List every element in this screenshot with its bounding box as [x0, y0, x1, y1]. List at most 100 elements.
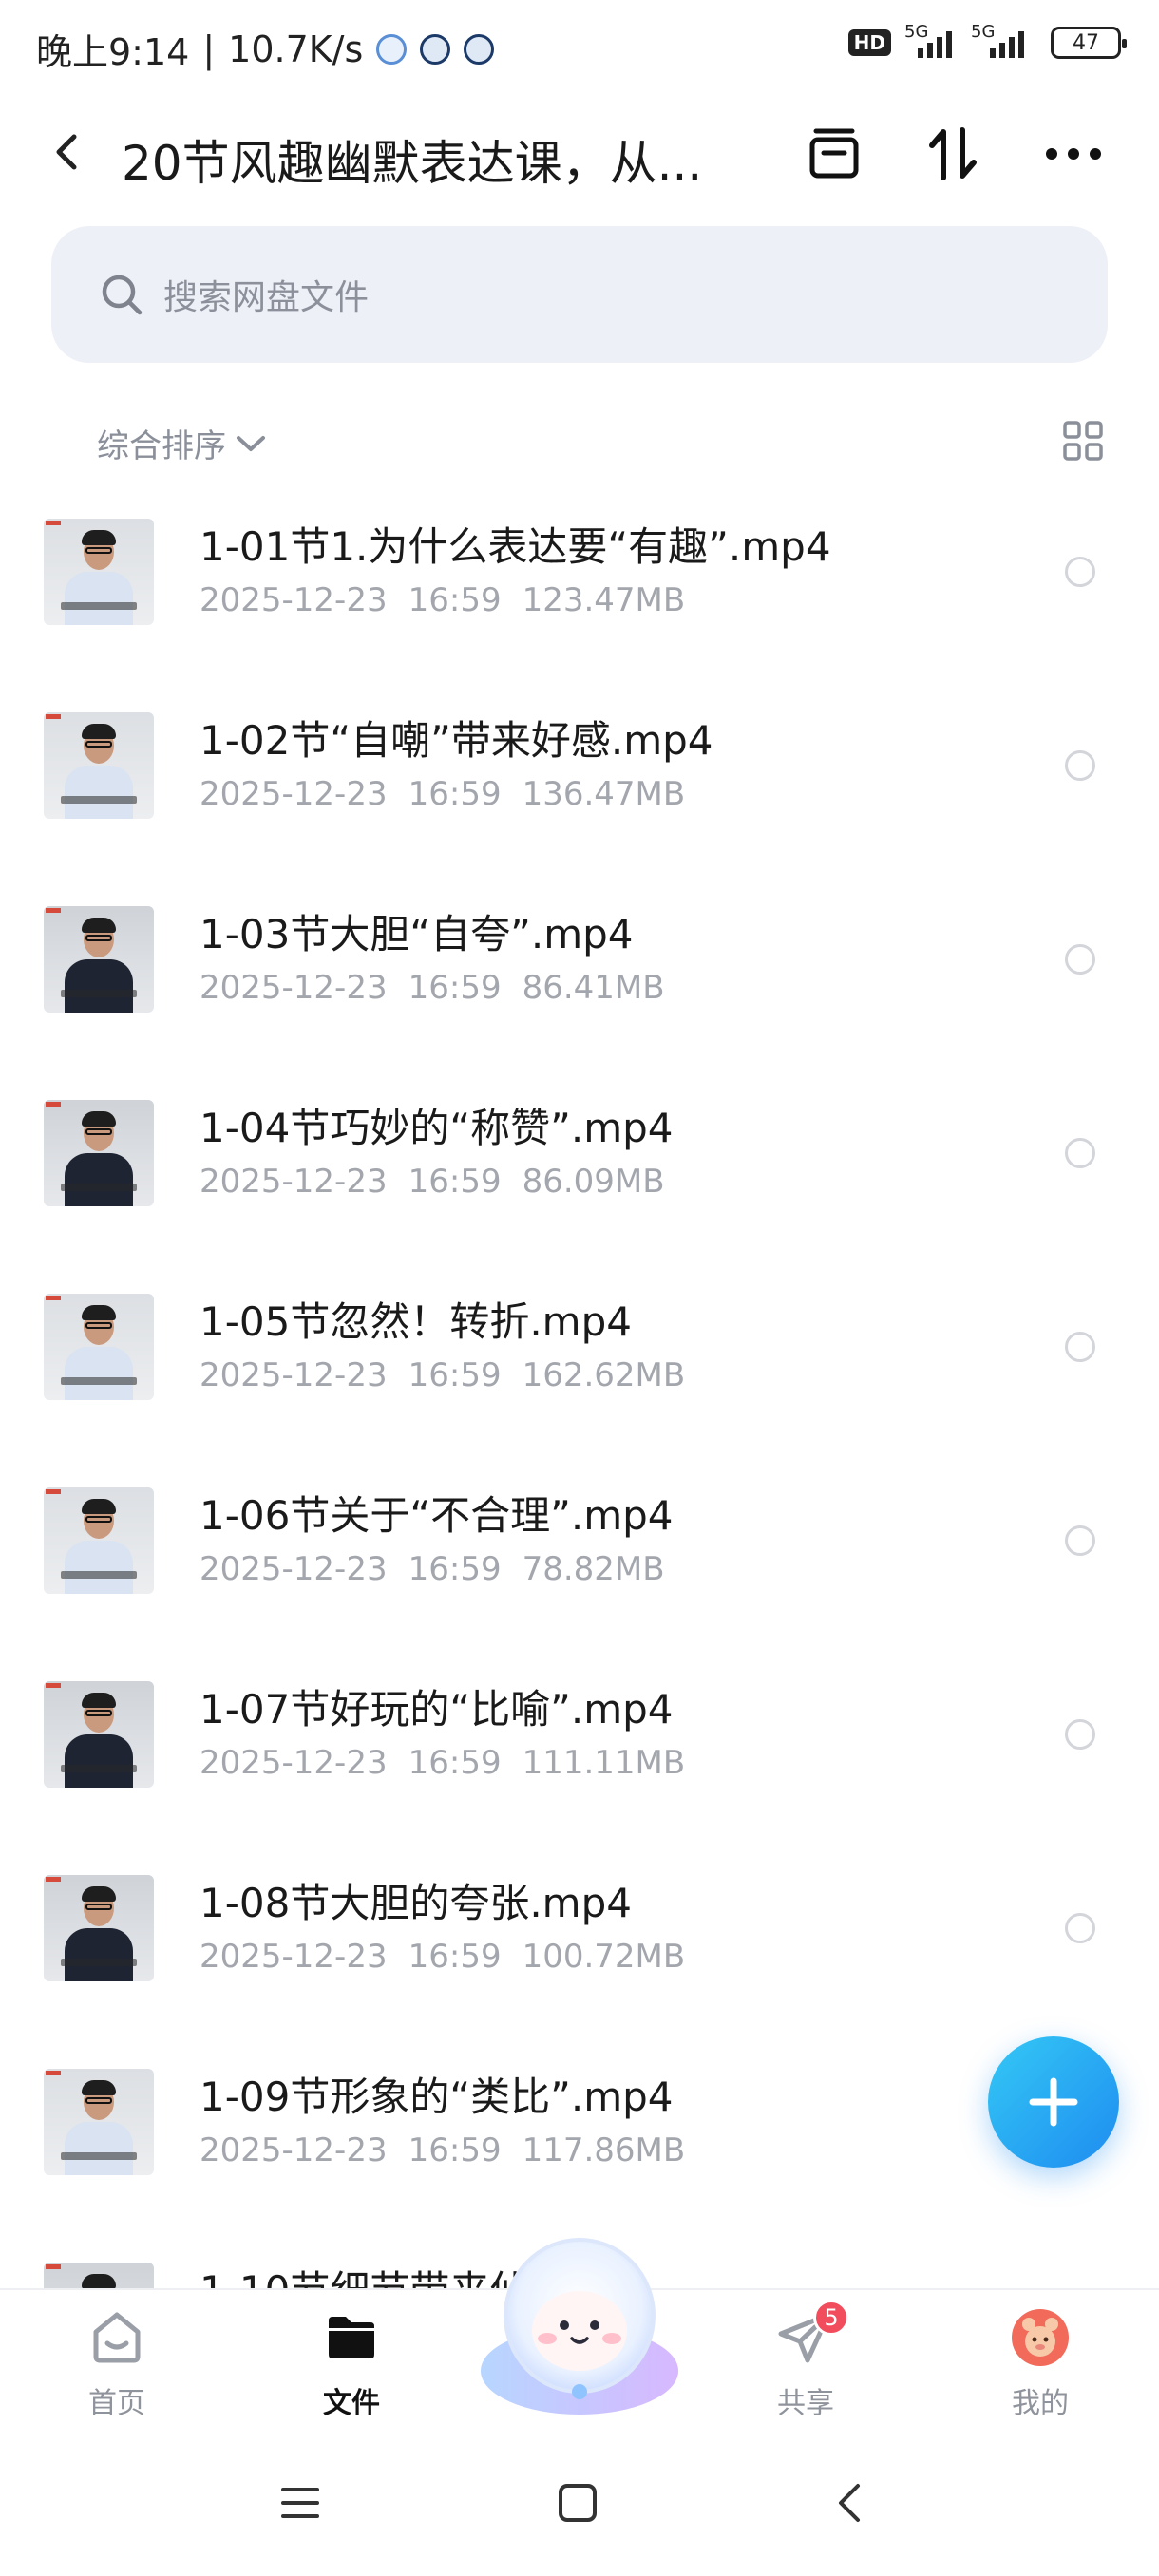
- archive-icon[interactable]: [806, 125, 863, 182]
- status-separator: |: [202, 28, 216, 70]
- search-input[interactable]: 搜索网盘文件: [51, 226, 1108, 363]
- file-time: 16:59: [408, 775, 502, 813]
- file-time: 16:59: [408, 1356, 502, 1394]
- status-time: 晚上9:14: [36, 31, 190, 73]
- video-thumbnail: [44, 519, 154, 625]
- home-icon: [86, 2307, 147, 2368]
- file-date: 2025-12-23: [200, 1938, 388, 1976]
- add-button[interactable]: [988, 2036, 1119, 2168]
- select-checkbox[interactable]: [1065, 750, 1095, 781]
- file-row[interactable]: 1-02节“自嘲”带来好感.mp4 2025-12-23 16:59 136.47MB: [0, 672, 1159, 866]
- file-meta: 2025-12-23 16:59 100.72MB: [200, 1938, 685, 1976]
- tab-label: 首页: [88, 2387, 145, 2420]
- signal-icon: 5G: [971, 22, 1037, 58]
- select-checkbox[interactable]: [1065, 1138, 1095, 1168]
- hd-voice-icon: HD: [847, 29, 891, 56]
- video-thumbnail: [44, 1875, 154, 1981]
- more-icon[interactable]: [1045, 125, 1102, 182]
- file-size: 162.62MB: [522, 1356, 686, 1394]
- file-name: 1-04节巧妙的“称赞”.mp4: [200, 1105, 674, 1151]
- back-icon[interactable]: [46, 129, 91, 175]
- file-row[interactable]: 1-01节1.为什么表达要“有趣”.mp4 2025-12-23 16:59 123.…: [0, 479, 1159, 672]
- select-checkbox[interactable]: [1065, 1332, 1095, 1362]
- video-thumbnail: [44, 2069, 154, 2175]
- file-meta: 2025-12-23 16:59 86.41MB: [200, 969, 665, 1007]
- file-time: 16:59: [408, 581, 502, 619]
- file-row[interactable]: 1-05节忽然！转折.mp4 2025-12-23 16:59 162.62MB: [0, 1254, 1159, 1448]
- search-icon: [101, 274, 142, 315]
- file-name: 1-01节1.为什么表达要“有趣”.mp4: [200, 523, 831, 570]
- file-name: 1-07节好玩的“比喻”.mp4: [200, 1686, 674, 1733]
- file-row[interactable]: 1-07节好玩的“比喻”.mp4 2025-12-23 16:59 111.11MB: [0, 1641, 1159, 1835]
- select-checkbox[interactable]: [1065, 557, 1095, 587]
- folder-icon: [321, 2307, 382, 2368]
- sort-icon[interactable]: [925, 125, 982, 182]
- battery-level: 47: [1073, 30, 1099, 55]
- file-name: 1-09节形象的“类比”.mp4: [200, 2074, 674, 2120]
- plus-icon: [1029, 2077, 1078, 2127]
- file-meta: 2025-12-23 16:59 117.86MB: [200, 2131, 685, 2169]
- file-date: 2025-12-23: [200, 1356, 388, 1394]
- tab-profile[interactable]: 我的: [974, 2307, 1107, 2421]
- select-checkbox[interactable]: [1065, 1719, 1095, 1750]
- share-badge: 5: [813, 2300, 849, 2336]
- system-back-icon[interactable]: [821, 2474, 878, 2531]
- file-list: 1-01节1.为什么表达要“有趣”.mp4 2025-12-23 16:59 123.…: [0, 479, 1159, 2288]
- file-size: 111.11MB: [522, 1744, 686, 1782]
- assistant-mascot-button[interactable]: [475, 2228, 684, 2418]
- file-date: 2025-12-23: [200, 775, 388, 813]
- status-left: 晚上9:14 | 10.7K/s: [36, 23, 495, 75]
- file-size: 86.41MB: [522, 969, 665, 1007]
- file-row[interactable]: 1-08节大胆的夸张.mp4 2025-12-23 16:59 100.72MB: [0, 1835, 1159, 2029]
- tab-label: 共享: [777, 2387, 834, 2420]
- network-speed: 10.7K/s: [228, 28, 364, 70]
- recent-apps-icon[interactable]: [272, 2474, 329, 2531]
- file-meta: 2025-12-23 16:59 78.82MB: [200, 1550, 665, 1588]
- file-row[interactable]: 1-04节巧妙的“称赞”.mp4 2025-12-23 16:59 86.09MB: [0, 1060, 1159, 1254]
- video-thumbnail: [44, 712, 154, 819]
- file-time: 16:59: [408, 2131, 502, 2169]
- file-size: 136.47MB: [522, 775, 686, 813]
- select-checkbox[interactable]: [1065, 1913, 1095, 1943]
- tab-share[interactable]: 5 共享: [739, 2300, 872, 2421]
- file-size: 78.82MB: [522, 1550, 665, 1588]
- chevron-down-icon: [237, 435, 265, 451]
- header: 20节风趣幽默表达课，从...: [0, 104, 1159, 199]
- grid-view-icon[interactable]: [1062, 420, 1104, 462]
- file-date: 2025-12-23: [200, 1163, 388, 1201]
- search-placeholder: 搜索网盘文件: [163, 278, 370, 317]
- video-thumbnail: [44, 2263, 154, 2288]
- file-meta: 2025-12-23 16:59 111.11MB: [200, 1744, 685, 1782]
- avatar-icon: [1010, 2307, 1071, 2368]
- signal-icon: 5G: [904, 22, 958, 58]
- video-thumbnail: [44, 1294, 154, 1400]
- status-right: HD 5G 5G 47: [847, 22, 1127, 59]
- file-row[interactable]: 1-06节关于“不合理”.mp4 2025-12-23 16:59 78.82MB: [0, 1448, 1159, 1641]
- sort-dropdown[interactable]: 综合排序: [97, 420, 266, 466]
- tab-files[interactable]: 文件: [285, 2307, 418, 2421]
- file-row[interactable]: 1-09节形象的“类比”.mp4 2025-12-23 16:59 117.86MB: [0, 2029, 1159, 2223]
- file-row[interactable]: 1-03节大胆“自夸”.mp4 2025-12-23 16:59 86.41MB: [0, 866, 1159, 1060]
- file-size: 123.47MB: [522, 581, 686, 619]
- notification-app-icon: [420, 33, 451, 65]
- tab-home[interactable]: 首页: [50, 2307, 183, 2421]
- video-thumbnail: [44, 1100, 154, 1206]
- file-name: 1-06节关于“不合理”.mp4: [200, 1492, 674, 1539]
- file-size: 100.72MB: [522, 1938, 686, 1976]
- select-checkbox[interactable]: [1065, 944, 1095, 975]
- file-time: 16:59: [408, 1744, 502, 1782]
- battery-icon: 47: [1051, 27, 1127, 59]
- sort-row: 综合排序: [0, 414, 1159, 467]
- file-date: 2025-12-23: [200, 2131, 388, 2169]
- network-type-label: 5G: [971, 22, 996, 42]
- system-nav-bar: [0, 2431, 1159, 2576]
- file-date: 2025-12-23: [200, 1744, 388, 1782]
- file-date: 2025-12-23: [200, 581, 388, 619]
- status-bar: 晚上9:14 | 10.7K/s HD 5G 5G 47: [0, 0, 1159, 95]
- file-time: 16:59: [408, 1938, 502, 1976]
- file-meta: 2025-12-23 16:59 86.09MB: [200, 1163, 665, 1201]
- page-title: 20节风趣幽默表达课，从...: [122, 136, 703, 191]
- select-checkbox[interactable]: [1065, 1525, 1095, 1556]
- home-button-icon[interactable]: [549, 2474, 606, 2531]
- file-meta: 2025-12-23 16:59 162.62MB: [200, 1356, 685, 1394]
